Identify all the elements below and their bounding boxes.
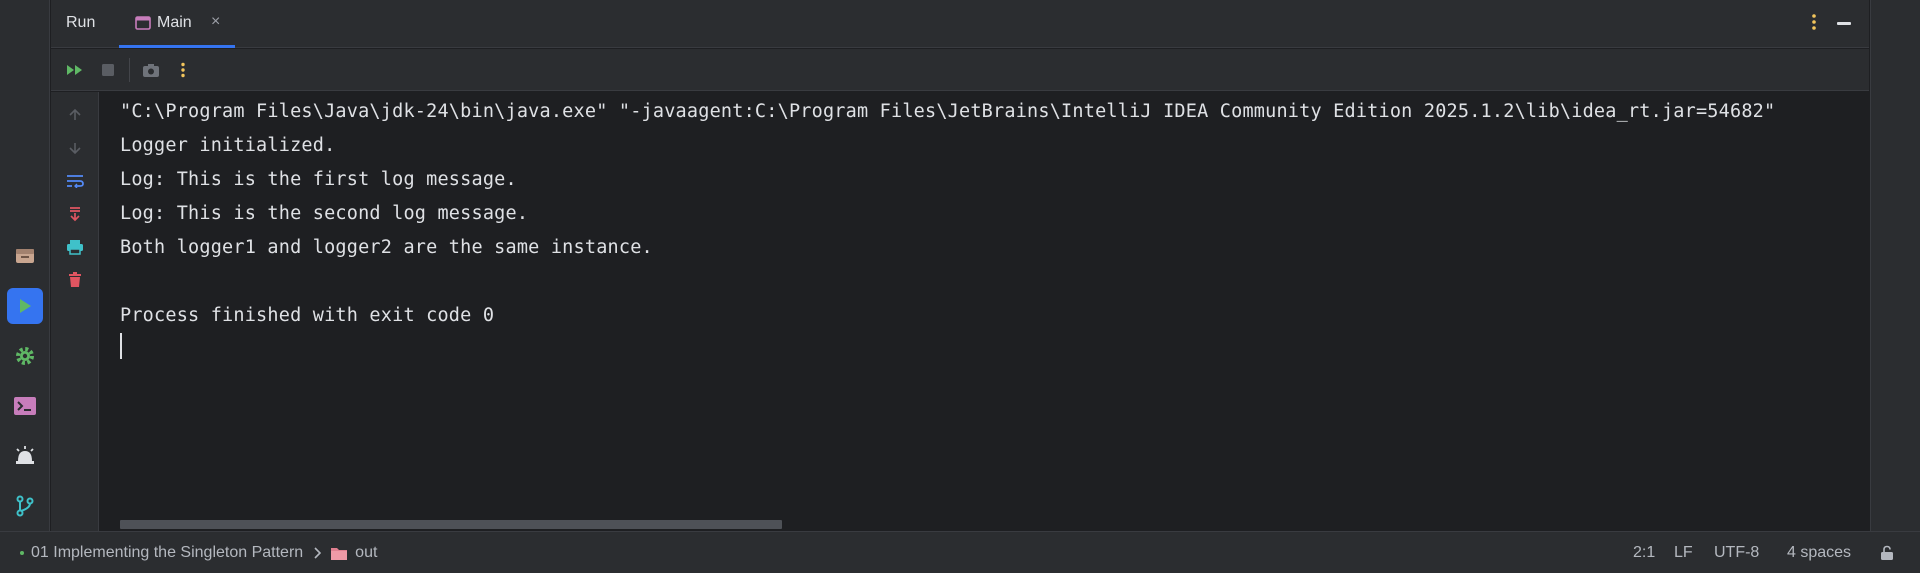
problems-icon[interactable] (7, 438, 43, 474)
console-line: Logger initialized. (120, 135, 336, 156)
console-gutter (51, 92, 99, 531)
file-encoding[interactable]: UTF-8 (1714, 532, 1759, 573)
left-tool-strip (0, 0, 50, 531)
more-icon[interactable] (172, 59, 194, 81)
console-output[interactable]: "C:\Program Files\Java\jdk-24\bin\java.e… (100, 92, 1869, 531)
caret-position[interactable]: 2:1 (1633, 532, 1655, 573)
print-icon[interactable] (64, 236, 86, 258)
terminal-icon[interactable] (7, 388, 43, 424)
tab-main[interactable]: Main × (119, 0, 235, 48)
horizontal-scrollbar[interactable] (120, 520, 782, 529)
console-line: Log: This is the first log message. (120, 169, 517, 190)
breadcrumb: 01 Implementing the Singleton Pattern ou… (20, 532, 377, 573)
rerun-icon[interactable] (64, 59, 86, 81)
module-dot-icon (20, 551, 24, 555)
unlock-icon[interactable] (1880, 532, 1894, 573)
right-tool-strip (1870, 0, 1920, 531)
breadcrumb-project[interactable]: 01 Implementing the Singleton Pattern (31, 544, 303, 562)
folder-icon (330, 546, 348, 561)
tool-window-header: Run Main × (51, 0, 1869, 48)
console-line-command: "C:\Program Files\Java\jdk-24\bin\java.e… (120, 101, 1776, 122)
services-icon[interactable] (7, 338, 43, 374)
tool-window-title: Run (66, 14, 96, 31)
breadcrumb-folder[interactable]: out (355, 544, 377, 562)
screenshot-icon[interactable] (140, 59, 162, 81)
indent-setting[interactable]: 4 spaces (1787, 532, 1851, 573)
console-line: Both logger1 and logger2 are the same in… (120, 237, 653, 258)
run-icon[interactable] (7, 288, 43, 324)
stop-icon[interactable] (97, 59, 119, 81)
close-icon[interactable]: × (211, 13, 220, 31)
application-icon (135, 16, 151, 35)
arrow-up-icon[interactable] (64, 104, 86, 126)
soft-wrap-icon[interactable] (64, 170, 86, 192)
console-line: Log: This is the second log message. (120, 203, 529, 224)
tab-label: Main (157, 14, 192, 31)
chevron-right-icon (313, 547, 322, 559)
line-ending[interactable]: LF (1674, 532, 1693, 573)
status-bar: 01 Implementing the Singleton Pattern ou… (0, 531, 1920, 573)
git-icon[interactable] (7, 488, 43, 524)
toolbar-separator (129, 58, 130, 82)
arrow-down-icon[interactable] (64, 137, 86, 159)
console-line-exit: Process finished with exit code 0 (120, 305, 495, 326)
project-icon[interactable] (7, 238, 43, 274)
more-options-icon[interactable] (1811, 13, 1817, 36)
minimize-icon[interactable] (1837, 22, 1851, 25)
scroll-to-end-icon[interactable] (64, 203, 86, 225)
run-toolbar (51, 49, 1869, 91)
text-caret (120, 333, 122, 359)
clear-icon[interactable] (64, 269, 86, 291)
